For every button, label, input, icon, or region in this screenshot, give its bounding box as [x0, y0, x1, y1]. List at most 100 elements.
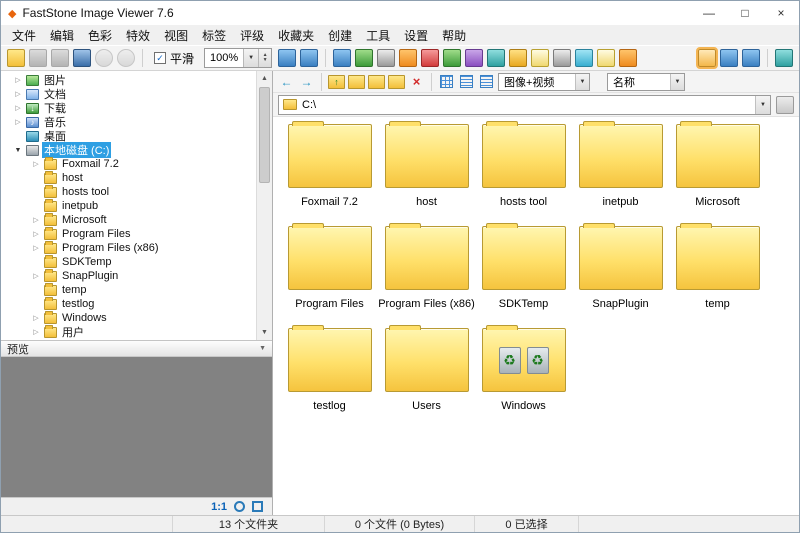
expander-icon[interactable]: ▷: [13, 90, 23, 98]
save-button[interactable]: [51, 49, 69, 67]
compare-button[interactable]: [487, 49, 505, 67]
rotate-right-button[interactable]: [355, 49, 373, 67]
forward-button[interactable]: →: [298, 73, 315, 90]
address-dropdown-icon[interactable]: ▼: [755, 96, 770, 114]
zoom-combobox[interactable]: 100% ▼ ▲▼: [204, 48, 272, 68]
menu-favorites[interactable]: 收藏夹: [271, 27, 321, 44]
screen-capture-button[interactable]: [597, 49, 615, 67]
folder-tile[interactable]: SDKTemp: [475, 223, 572, 325]
email-button[interactable]: [531, 49, 549, 67]
expander-icon[interactable]: ▷: [13, 104, 23, 112]
fit-window-button[interactable]: [300, 49, 318, 67]
expander-icon[interactable]: ▷: [31, 314, 41, 322]
tree-item-desktop[interactable]: 桌面: [1, 129, 256, 143]
effects-button[interactable]: [465, 49, 483, 67]
expander-icon[interactable]: ▷: [31, 160, 41, 168]
scrollbar-track[interactable]: [257, 184, 272, 325]
folder-tile[interactable]: inetpub: [572, 121, 669, 223]
folder-tile[interactable]: Microsoft: [669, 121, 766, 223]
move-to-folder-button[interactable]: [368, 75, 385, 89]
browse-folder-button[interactable]: [29, 49, 47, 67]
tree-item-documents[interactable]: ▷ 文档: [1, 87, 256, 101]
actual-size-button[interactable]: [278, 49, 296, 67]
dropdown-arrow-icon[interactable]: ▼: [670, 74, 684, 90]
minimize-button[interactable]: —: [691, 1, 727, 25]
expander-icon[interactable]: ▷: [13, 76, 23, 84]
previous-image-button[interactable]: [95, 49, 113, 67]
expander-icon[interactable]: ▷: [31, 230, 41, 238]
address-bar[interactable]: C:\ ▼: [278, 95, 771, 115]
fullscreen-button[interactable]: [775, 49, 793, 67]
folder-tile[interactable]: Program Files: [281, 223, 378, 325]
print-button[interactable]: [553, 49, 571, 67]
sort-combobox[interactable]: 名称 ▼: [607, 73, 685, 91]
folder-tile[interactable]: hosts tool: [475, 121, 572, 223]
back-button[interactable]: ←: [278, 73, 295, 90]
expander-icon[interactable]: ▷: [31, 244, 41, 252]
scan-button[interactable]: [575, 49, 593, 67]
tree-scrollbar[interactable]: ▲ ▼: [256, 71, 272, 340]
folder-tile[interactable]: testlog: [281, 325, 378, 427]
thumbnails-view-button[interactable]: [440, 75, 453, 88]
smooth-checkbox[interactable]: ✓ 平滑: [154, 50, 194, 67]
menu-view[interactable]: 视图: [157, 27, 195, 44]
expander-icon[interactable]: ▷: [31, 272, 41, 280]
folder-tile[interactable]: Users: [378, 325, 475, 427]
tree-item-snapplugin[interactable]: ▷ SnapPlugin: [1, 269, 256, 283]
new-folder-button[interactable]: [388, 75, 405, 89]
tree-item-testlog[interactable]: testlog: [1, 297, 256, 311]
tree-item-users[interactable]: ▷ 用户: [1, 325, 256, 339]
open-file-button[interactable]: [7, 49, 25, 67]
close-button[interactable]: ×: [763, 1, 799, 25]
tree-item-downloads[interactable]: ▷ ↓ 下载: [1, 101, 256, 115]
layout-browser-button[interactable]: [698, 49, 716, 67]
tree-item-hosts-tool[interactable]: hosts tool: [1, 185, 256, 199]
rotate-left-button[interactable]: [333, 49, 351, 67]
delete-button[interactable]: ×: [408, 73, 425, 90]
folder-tile[interactable]: SnapPlugin: [572, 223, 669, 325]
slideshow-button[interactable]: [509, 49, 527, 67]
next-image-button[interactable]: [117, 49, 135, 67]
tree-item-foxmail[interactable]: ▷ Foxmail 7.2: [1, 157, 256, 171]
tree-item-program-files-x86[interactable]: ▷ Program Files (x86): [1, 241, 256, 255]
menu-help[interactable]: 帮助: [435, 27, 473, 44]
layout-windowed-button[interactable]: [742, 49, 760, 67]
menu-effects[interactable]: 特效: [119, 27, 157, 44]
expander-icon[interactable]: ▷: [31, 328, 41, 336]
settings-button[interactable]: [619, 49, 637, 67]
tree-item-sdktemp[interactable]: SDKTemp: [1, 255, 256, 269]
layout-viewer-button[interactable]: [720, 49, 738, 67]
colors-button[interactable]: [443, 49, 461, 67]
menu-edit[interactable]: 编辑: [43, 27, 81, 44]
zoom-dropdown-icon[interactable]: ▼: [243, 49, 258, 67]
folder-tile[interactable]: Program Files (x86): [378, 223, 475, 325]
menu-tools[interactable]: 工具: [359, 27, 397, 44]
expander-icon[interactable]: ▼: [13, 147, 23, 154]
resize-button[interactable]: [399, 49, 417, 67]
maximize-button[interactable]: □: [727, 1, 763, 25]
chevron-down-icon[interactable]: ▼: [259, 345, 266, 352]
copy-to-folder-button[interactable]: [348, 75, 365, 89]
tree-item-microsoft[interactable]: ▷ Microsoft: [1, 213, 256, 227]
select-area-icon[interactable]: [252, 501, 263, 512]
filter-combobox[interactable]: 图像+视频 ▼: [498, 73, 590, 91]
red-eye-button[interactable]: [421, 49, 439, 67]
menu-file[interactable]: 文件: [5, 27, 43, 44]
tree-item-drive-c[interactable]: ▼ 本地磁盘 (C:): [1, 143, 256, 157]
tree-item-program-files[interactable]: ▷ Program Files: [1, 227, 256, 241]
expander-icon[interactable]: ▷: [31, 216, 41, 224]
menu-colors[interactable]: 色彩: [81, 27, 119, 44]
refresh-icon[interactable]: [234, 501, 245, 512]
scrollbar-thumb[interactable]: [259, 87, 270, 183]
zoom-spinner[interactable]: ▲▼: [258, 49, 271, 67]
up-level-button[interactable]: ↑: [328, 75, 345, 89]
details-view-button[interactable]: [460, 75, 473, 88]
tree-item-windows[interactable]: ▷ Windows: [1, 311, 256, 325]
list-view-button[interactable]: [480, 75, 493, 88]
clipboard-button[interactable]: [776, 96, 794, 114]
tree-item-inetpub[interactable]: inetpub: [1, 199, 256, 213]
dropdown-arrow-icon[interactable]: ▼: [575, 74, 589, 90]
scroll-up-icon[interactable]: ▲: [257, 71, 272, 86]
tree-item-music[interactable]: ▷ ♪ 音乐: [1, 115, 256, 129]
folder-tile[interactable]: temp: [669, 223, 766, 325]
